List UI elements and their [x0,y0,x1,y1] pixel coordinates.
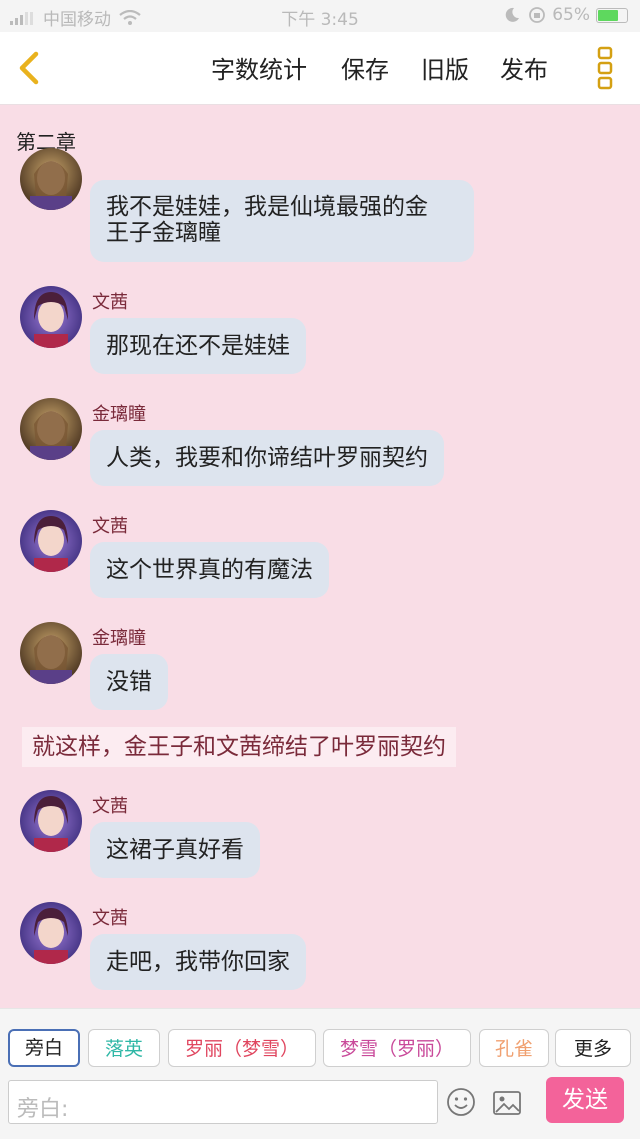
message-bubble[interactable]: 这裙子真好看 [90,822,260,878]
old-version-button[interactable]: 旧版 [421,50,469,85]
avatar-wenqian[interactable] [20,902,82,964]
top-nav: 字数统计 保存 旧版 发布 [0,32,640,105]
role-more[interactable]: 更多 [555,1029,631,1067]
publish-button[interactable]: 发布 [500,50,548,85]
image-icon [493,1091,521,1115]
avatar-prince[interactable] [20,622,82,684]
avatar-wenqian[interactable] [20,286,82,348]
composer-bar: 旁白 落英 罗丽（梦雪） 梦雪（罗丽） 孔雀 更多 旁白: [0,1008,640,1139]
back-button[interactable] [10,46,54,90]
message-bubble[interactable]: 没错 [90,654,168,710]
battery-fill [598,9,618,21]
speaker-name: 文茜 [92,796,128,817]
speaker-name: 金璃瞳 [92,404,146,425]
moon-icon [505,7,520,22]
message-input[interactable]: 旁白: [8,1080,438,1124]
vertical-dots-icon [597,46,613,90]
avatar-wenqian[interactable] [20,790,82,852]
speaker-name: 文茜 [92,292,128,313]
speaker-name: 金璃瞳 [92,628,146,649]
message-bubble[interactable]: 人类，我要和你谛结叶罗丽契约 [90,430,444,486]
role-narrator[interactable]: 旁白 [8,1029,80,1067]
speaker-name: 文茜 [92,908,128,929]
chevron-left-icon [19,51,39,85]
rotation-lock-icon [529,7,546,23]
word-count-button[interactable]: 字数统计 [211,50,307,85]
send-button[interactable]: 发送 [546,1077,624,1123]
avatar-prince[interactable] [20,148,82,210]
speaker-name: 文茜 [92,516,128,537]
smiley-icon [447,1088,475,1116]
message-bubble[interactable]: 走吧，我带你回家 [90,934,306,990]
role-kongque[interactable]: 孔雀 [479,1029,549,1067]
more-menu-button[interactable] [590,46,620,90]
role-mengxue-luoli[interactable]: 梦雪（罗丽） [323,1029,471,1067]
avatar-wenqian[interactable] [20,510,82,572]
battery-icon [596,7,628,23]
message-bubble[interactable]: 我不是娃娃，我是仙境最强的金 王子金璃瞳 [90,180,474,262]
save-button[interactable]: 保存 [341,50,389,85]
message-bubble[interactable]: 那现在还不是娃娃 [90,318,306,374]
role-luoli-mengxue[interactable]: 罗丽（梦雪） [168,1029,316,1067]
avatar-prince[interactable] [20,398,82,460]
battery-percent: 65% [552,5,590,25]
role-luoying[interactable]: 落英 [88,1029,160,1067]
emoji-button[interactable] [446,1087,476,1117]
image-button[interactable] [492,1089,522,1117]
narration-line[interactable]: 就这样，金王子和文茜缔结了叶罗丽契约 [22,727,456,767]
message-bubble[interactable]: 这个世界真的有魔法 [90,542,329,598]
status-bar: 中国移动 下午 3:45 65% [0,0,640,32]
